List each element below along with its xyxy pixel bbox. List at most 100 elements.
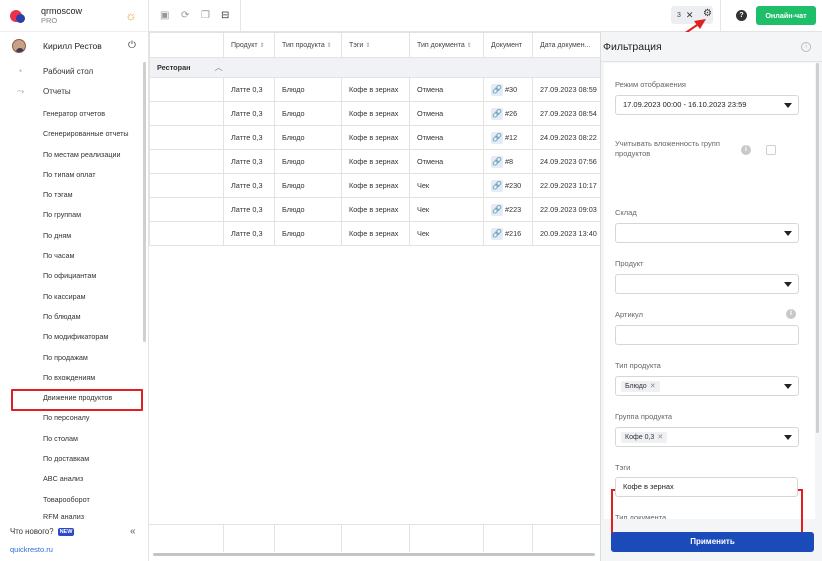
info-icon[interactable]: i [801,42,811,52]
display-mode-select[interactable]: 17.09.2023 00:00 - 16.10.2023 23:59 [615,95,799,115]
dropdown-caret-icon [784,282,792,287]
info-icon[interactable]: i [786,309,796,319]
nav-desktop[interactable]: ◔ Рабочий стол [0,61,148,81]
tags-label: Тэги [615,463,631,472]
submenu-item[interactable]: RFM анализ [0,510,145,522]
column-header-product-type[interactable]: Тип продукта ⇕ [274,32,342,58]
warehouse-select[interactable] [615,223,799,243]
copy-icon[interactable]: ❐ [201,10,210,21]
product-group-label: Группа продукта [615,412,673,421]
product-select[interactable] [615,274,799,294]
submenu-item[interactable]: По кассирам [0,287,145,307]
submenu-item[interactable]: По местам реализации [0,145,145,165]
remove-tag-icon[interactable]: ✕ [657,434,663,441]
refresh-icon[interactable]: ⟳ [181,10,189,21]
whats-new[interactable]: Что нового? NEW [10,527,75,536]
inbox-icon[interactable]: ⊟ [221,10,229,21]
submenu-item[interactable]: По часам [0,246,145,266]
whats-new-label: Что нового? [10,527,54,536]
submenu-item[interactable]: Сгенерированные отчеты [0,124,145,144]
submenu-item[interactable]: По продажам [0,348,145,368]
product-type-tag[interactable]: Блюдо ✕ [621,381,660,392]
online-chat-button[interactable]: Онлайн-чат [756,6,816,25]
link-icon: 🔗 [491,203,503,216]
brand-plan: PRO [41,15,58,25]
document-link[interactable]: 🔗 #12 [491,131,517,144]
help-icon[interactable]: ? [736,10,747,21]
collapse-sidebar-icon[interactable]: « [130,526,136,537]
product-group-tag[interactable]: Кофе 0,3 ✕ [621,432,668,443]
remove-tag-icon[interactable]: ✕ [650,383,656,390]
submenu-item[interactable]: По вхождениям [0,368,145,388]
sort-icon: ⇕ [326,42,332,49]
nested-groups-checkbox[interactable] [766,145,776,155]
clear-filters-icon[interactable]: ✕ [686,10,694,21]
table-horizontal-scrollbar[interactable] [153,553,595,556]
toolbar-divider [240,0,241,32]
product-type-label: Тип продукта [615,361,661,370]
table-row[interactable]: Латте 0,3 Блюдо Кофе в зернах Чек 🔗 #230 22.0… [149,173,600,198]
column-header-product[interactable]: Продукт ⇕ [223,32,275,58]
nav-reports-label: Отчеты [43,86,71,96]
submenu-item[interactable]: Генератор отчетов [0,104,145,124]
submenu-item[interactable]: По персоналу [0,408,145,428]
filter-panel-scrollbar[interactable] [816,63,819,433]
submenu-item[interactable]: По блюдам [0,307,145,327]
chevron-up-icon[interactable]: ︿ [215,63,223,72]
submenu-item[interactable]: По доставкам [0,449,145,469]
user-name: Кирилл Рестов [43,40,102,51]
column-header-doc-date[interactable]: Дата докумен... [532,32,600,58]
filter-panel-header: Фильтрация i [601,32,822,62]
table-row[interactable]: Латте 0,3 Блюдо Кофе в зернах Отмена 🔗 #30 27… [149,77,600,102]
submenu-item[interactable]: По типам оплат [0,165,145,185]
submenu-item[interactable]: По столам [0,429,145,449]
document-link[interactable]: 🔗 #216 [491,227,521,240]
table-row[interactable]: Латте 0,3 Блюдо Кофе в зернах Отмена 🔗 #26 27… [149,101,600,126]
filter-settings-icon[interactable]: ⚙ [703,8,712,19]
user-profile[interactable]: Кирилл Рестов ⏻ [0,32,148,59]
table-row[interactable]: Латте 0,3 Блюдо Кофе в зернах Чек 🔗 #216 20.0… [149,221,600,246]
table-footer-row [149,525,600,552]
product-type-select[interactable]: Блюдо ✕ [615,376,799,396]
article-input[interactable] [615,325,799,345]
column-header-document[interactable]: Документ [483,32,533,58]
submenu-item[interactable]: ABC анализ [0,469,145,489]
submenu-item[interactable]: По дням [0,226,145,246]
link-icon: 🔗 [491,179,503,192]
table-group-row[interactable]: Ресторан ︿ [149,57,600,78]
filter-title: Фильтрация [603,40,662,53]
submenu-item-active[interactable]: Движение продуктов [0,388,145,412]
theme-sun-icon[interactable]: ☼ [125,8,137,23]
avatar [12,38,26,53]
table-row[interactable]: Латте 0,3 Блюдо Кофе в зернах Отмена 🔗 #12 24… [149,125,600,150]
save-icon[interactable]: ▣ [160,10,169,21]
submenu-item[interactable]: По группам [0,205,145,225]
document-link[interactable]: 🔗 #230 [491,179,521,192]
document-link[interactable]: 🔗 #30 [491,83,517,96]
column-header-doc-type[interactable]: Тип документа ⇕ [409,32,484,58]
nav-reports[interactable]: ⤳ Отчеты [0,81,148,101]
info-icon[interactable]: i [741,145,751,155]
table-row[interactable]: Латте 0,3 Блюдо Кофе в зернах Отмена 🔗 #8 24.… [149,149,600,174]
tags-input[interactable]: Кофе в зернах [615,477,798,497]
product-group-select[interactable]: Кофе 0,3 ✕ [615,427,799,447]
submenu-item[interactable]: По модификаторам [0,327,145,347]
column-header[interactable] [149,32,224,58]
submenu-item[interactable]: По тэгам [0,185,145,205]
column-header-tags[interactable]: Тэги ⇕ [341,32,410,58]
submenu-item[interactable]: Товарооборот [0,490,145,510]
document-link[interactable]: 🔗 #8 [491,155,513,168]
apply-button[interactable]: Применить [611,532,814,552]
toolbar: ▣ ⟳ ❐ ⊟ 3 ✕ ⚙ ? Онлайн-чат [149,0,822,32]
new-badge: NEW [57,527,75,536]
submenu-item[interactable]: По официантам [0,266,145,286]
brand[interactable]: qrmoscow PRO ☼ [0,0,148,32]
table-row[interactable]: Латте 0,3 Блюдо Кофе в зернах Чек 🔗 #223 22.0… [149,197,600,222]
brand-logo-icon [10,8,26,24]
dropdown-caret-icon [784,231,792,236]
footer-link[interactable]: quickresto.ru [10,545,53,554]
power-icon[interactable]: ⏻ [128,40,136,51]
document-link[interactable]: 🔗 #26 [491,107,517,120]
sidebar-scrollbar[interactable] [143,62,146,342]
document-link[interactable]: 🔗 #223 [491,203,521,216]
